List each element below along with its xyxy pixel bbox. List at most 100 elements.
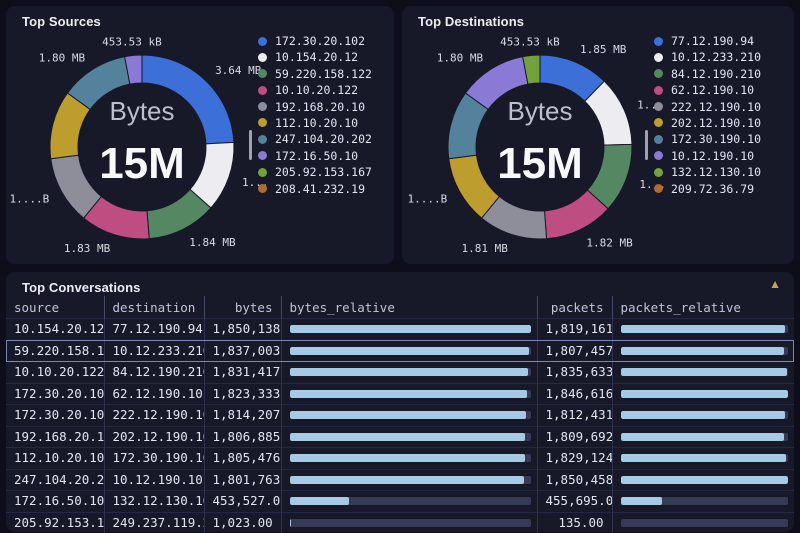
- legend-color-dot: [654, 53, 663, 62]
- gauge-track: [290, 325, 531, 333]
- cell-bytes_relative: [281, 512, 537, 533]
- column-header-bytes[interactable]: bytes: [204, 296, 281, 319]
- legend-item-10.12.190.10[interactable]: 10.12.190.10: [654, 150, 761, 162]
- cell-source: 192.168.20.10: [6, 426, 104, 448]
- cell-packets: 1,835,633.00: [537, 362, 612, 384]
- gauge-track: [621, 368, 789, 376]
- cell-packets: 1,809,692.00: [537, 426, 612, 448]
- panel-title-top-destinations[interactable]: Top Destinations: [418, 14, 524, 29]
- column-header-bytes_relative[interactable]: bytes_relative: [281, 296, 537, 319]
- legend-item-59.220.158.122[interactable]: 59.220.158.122: [258, 68, 372, 80]
- cell-packets: 1,807,457.00: [537, 340, 612, 362]
- legend-color-dot: [654, 184, 663, 193]
- slice-value-label: 1.80 MB: [39, 52, 86, 65]
- legend-item-202.12.190.10[interactable]: 202.12.190.10: [654, 117, 761, 129]
- cell-bytes_relative: [281, 362, 537, 384]
- legend-item-172.16.50.10[interactable]: 172.16.50.10: [258, 150, 372, 162]
- cell-packets: 1,819,161.00: [537, 319, 612, 341]
- cell-bytes: 1,801,763.00: [204, 469, 281, 491]
- legend-scrollbar[interactable]: [645, 130, 648, 160]
- legend-color-dot: [654, 168, 663, 177]
- table-row[interactable]: 10.154.20.1277.12.190.941,850,138.001,81…: [6, 319, 794, 341]
- gauge-fill: [621, 368, 787, 376]
- gauge-track: [621, 347, 789, 355]
- legend-item-247.104.20.202[interactable]: 247.104.20.202: [258, 133, 372, 145]
- table-row[interactable]: 59.220.158.12210.12.233.2101,837,003.001…: [6, 340, 794, 362]
- legend-item-label: 84.12.190.210: [671, 67, 761, 81]
- legend-item-label: 77.12.190.94: [671, 34, 754, 48]
- legend-color-dot: [258, 151, 267, 160]
- legend-item-172.30.190.10[interactable]: 172.30.190.10: [654, 133, 761, 145]
- legend-item-label: 10.12.233.210: [671, 50, 761, 64]
- panel-title-top-sources[interactable]: Top Sources: [22, 14, 101, 29]
- legend-item-208.41.232.19[interactable]: 208.41.232.19: [258, 183, 372, 195]
- table-row[interactable]: 112.10.20.10172.30.190.101,805,476.001,8…: [6, 448, 794, 470]
- cell-packets_relative: [612, 319, 794, 341]
- slice-value-label: 3.64 MB: [215, 64, 262, 77]
- table-row[interactable]: 172.16.50.10132.12.130.10453,527.00455,6…: [6, 491, 794, 513]
- legend-color-dot: [258, 184, 267, 193]
- table-row[interactable]: 172.30.20.102222.12.190.101,814,207.001,…: [6, 405, 794, 427]
- panel-warning-icon[interactable]: ▲: [769, 278, 781, 290]
- legend-color-dot: [654, 135, 663, 144]
- cell-bytes: 1,805,476.00: [204, 448, 281, 470]
- legend-item-label: 62.12.190.10: [671, 83, 754, 97]
- cell-source: 172.30.20.102: [6, 383, 104, 405]
- column-header-packets_relative[interactable]: packets_relative: [612, 296, 794, 319]
- column-header-packets[interactable]: packets: [537, 296, 612, 319]
- legend-color-dot: [654, 102, 663, 111]
- gauge-track: [290, 433, 531, 441]
- legend-item-84.12.190.210[interactable]: 84.12.190.210: [654, 68, 761, 80]
- gauge-track: [621, 411, 789, 419]
- donut-center-value: 15M: [99, 139, 185, 188]
- cell-bytes_relative: [281, 426, 537, 448]
- panel-title-top-conversations[interactable]: Top Conversations: [22, 280, 140, 295]
- legend-color-dot: [258, 86, 267, 95]
- legend-item-222.12.190.10[interactable]: 222.12.190.10: [654, 101, 761, 113]
- legend-item-62.12.190.10[interactable]: 62.12.190.10: [654, 84, 761, 96]
- column-header-destination[interactable]: destination: [104, 296, 204, 319]
- cell-bytes_relative: [281, 405, 537, 427]
- cell-bytes_relative: [281, 469, 537, 491]
- cell-destination: 62.12.190.10: [104, 383, 204, 405]
- legend-item-10.12.233.210[interactable]: 10.12.233.210: [654, 51, 761, 63]
- cell-bytes_relative: [281, 340, 537, 362]
- legend-item-10.154.20.12[interactable]: 10.154.20.12: [258, 51, 372, 63]
- legend-item-112.10.20.10[interactable]: 112.10.20.10: [258, 117, 372, 129]
- slice-value-label: 1.80 MB: [437, 52, 484, 65]
- cell-bytes: 1,823,333.00: [204, 383, 281, 405]
- legend-color-dot: [258, 102, 267, 111]
- cell-destination: 132.12.130.10: [104, 491, 204, 513]
- column-header-source[interactable]: source: [6, 296, 104, 319]
- table-row[interactable]: 172.30.20.10262.12.190.101,823,333.001,8…: [6, 383, 794, 405]
- donut-center-value: 15M: [497, 139, 583, 188]
- legend-item-205.92.153.167[interactable]: 205.92.153.167: [258, 166, 372, 178]
- gauge-track: [290, 476, 531, 484]
- table-row[interactable]: 247.104.20.20210.12.190.101,801,763.001,…: [6, 469, 794, 491]
- legend-item-132.12.130.10[interactable]: 132.12.130.10: [654, 166, 761, 178]
- cell-bytes_relative: [281, 319, 537, 341]
- table-row[interactable]: 10.10.20.12284.12.190.2101,831,417.001,8…: [6, 362, 794, 384]
- gauge-fill: [290, 476, 525, 484]
- cell-packets_relative: [612, 362, 794, 384]
- donut-center-title: Bytes: [507, 96, 572, 126]
- cell-bytes: 1,814,207.00: [204, 405, 281, 427]
- legend-color-dot: [258, 118, 267, 127]
- legend-item-label: 10.10.20.122: [275, 83, 358, 97]
- table-row[interactable]: 205.92.153.167249.237.119.2271,023.00135…: [6, 512, 794, 533]
- cell-packets_relative: [612, 491, 794, 513]
- legend-item-label: 172.30.190.10: [671, 132, 761, 146]
- legend-sources: 172.30.20.102 10.154.20.12 59.220.158.122 1…: [258, 35, 372, 195]
- table-row[interactable]: 192.168.20.10202.12.190.101,806,885.001,…: [6, 426, 794, 448]
- table-header: sourcedestinationbytesbytes_relativepack…: [6, 296, 794, 319]
- legend-item-10.10.20.122[interactable]: 10.10.20.122: [258, 84, 372, 96]
- legend-item-172.30.20.102[interactable]: 172.30.20.102: [258, 35, 372, 47]
- legend-item-209.72.36.79[interactable]: 209.72.36.79: [654, 183, 761, 195]
- gauge-track: [621, 476, 789, 484]
- legend-item-77.12.190.94[interactable]: 77.12.190.94: [654, 35, 761, 47]
- panel-top-destinations: Top Destinations 1.85 MB1...1...1.82 MB1…: [402, 6, 794, 264]
- cell-packets_relative: [612, 340, 794, 362]
- cell-source: 172.30.20.102: [6, 405, 104, 427]
- legend-item-192.168.20.10[interactable]: 192.168.20.10: [258, 101, 372, 113]
- legend-scrollbar[interactable]: [249, 130, 252, 160]
